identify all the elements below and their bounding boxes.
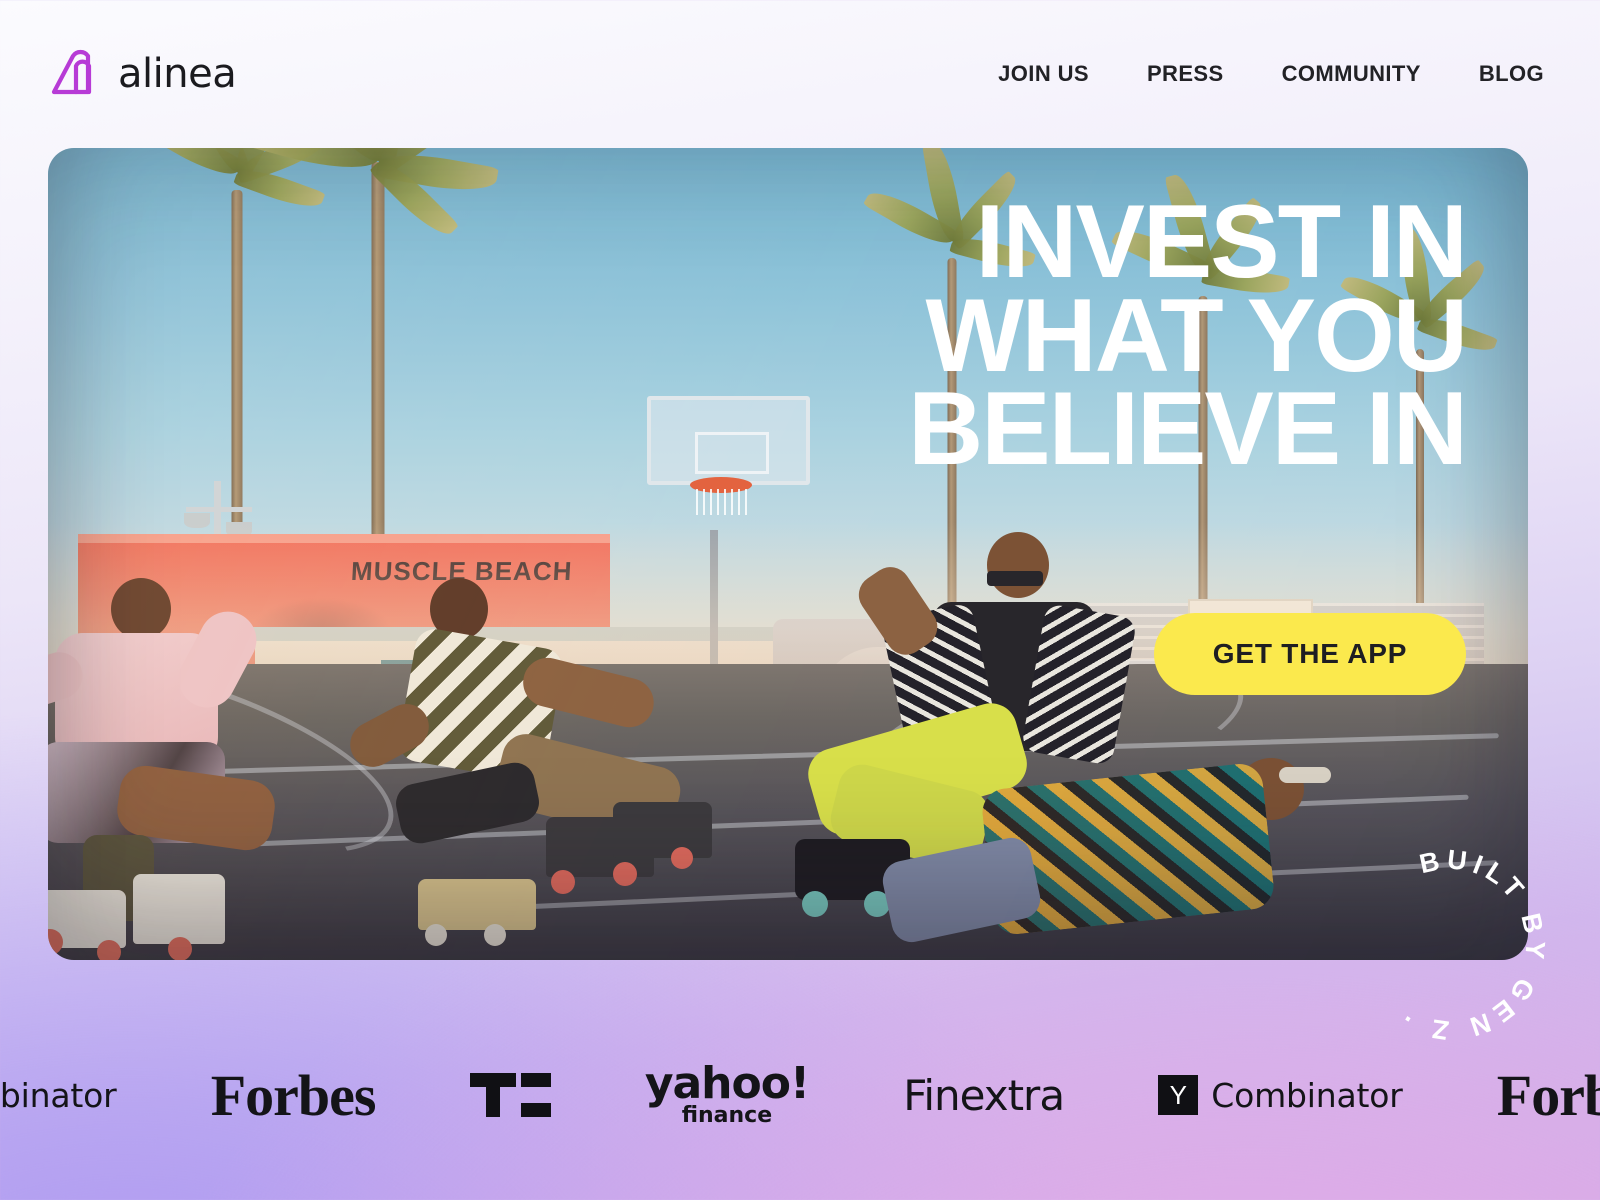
nav-link-press[interactable]: PRESS	[1147, 61, 1224, 87]
press-logo-finextra[interactable]: Finextra	[903, 1040, 1065, 1150]
get-the-app-button[interactable]: GET THE APP	[1154, 613, 1466, 695]
nav-link-community[interactable]: COMMUNITY	[1282, 61, 1421, 87]
press-logo-forbes[interactable]: Forbes	[211, 1040, 377, 1150]
alinea-arch-logo-icon	[51, 49, 92, 95]
headline-line-1: INVEST IN	[975, 184, 1468, 300]
press-logo-y-combinator[interactable]: Y Combinator	[1158, 1040, 1403, 1150]
press-logo-forbes-partial[interactable]: Forbe	[1497, 1040, 1600, 1150]
headline-line-2: WHAT YOU	[925, 277, 1468, 394]
press-logo-strip: ombinator Forbes yahoo! finance Finextra…	[0, 1040, 1600, 1150]
brand-logo[interactable]: alinea	[48, 46, 237, 102]
nav-link-blog[interactable]: BLOG	[1479, 61, 1544, 87]
press-logo-y-combinator-partial[interactable]: ombinator	[0, 1040, 117, 1150]
techcrunch-mark-icon	[469, 1073, 551, 1117]
hero-headline: INVEST IN WHAT YOU BELIEVE IN	[806, 184, 1468, 488]
nav-link-join-us[interactable]: JOIN US	[998, 61, 1089, 87]
main-navigation: JOIN US PRESS COMMUNITY BLOG	[998, 61, 1552, 87]
headline-line-3: BELIEVE IN	[908, 371, 1468, 488]
y-combinator-mark-icon: Y	[1158, 1075, 1199, 1115]
press-logo-yahoo-finance[interactable]: yahoo! finance	[645, 1040, 810, 1150]
site-header: alinea JOIN US PRESS COMMUNITY BLOG	[0, 0, 1600, 148]
brand-name: alinea	[118, 51, 237, 97]
press-logo-techcrunch[interactable]	[469, 1040, 551, 1150]
hero-section: MUSCLE BEACH	[48, 148, 1528, 960]
